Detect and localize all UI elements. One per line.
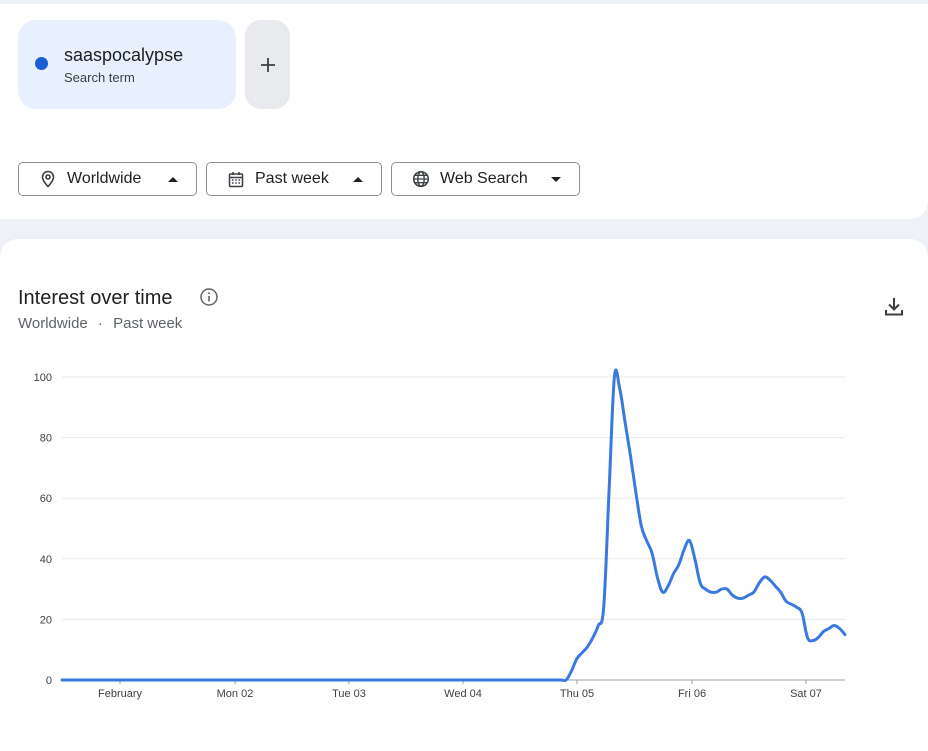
globe-icon — [412, 170, 430, 188]
location-filter[interactable]: Worldwide — [18, 162, 197, 196]
y-tick-label: 80 — [40, 433, 52, 445]
y-tick-label: 100 — [34, 372, 52, 384]
search-term-chip[interactable]: saaspocalypse Search term — [18, 20, 236, 109]
search-panel: saaspocalypse Search term Worldwide Past… — [0, 4, 928, 219]
x-tick-label: Thu 05 — [560, 688, 594, 700]
y-tick-label: 0 — [46, 675, 52, 687]
search-term-name: saaspocalypse — [64, 45, 184, 65]
location-filter-label: Worldwide — [67, 170, 142, 187]
y-tick-label: 60 — [40, 493, 52, 505]
time-filter[interactable]: Past week — [206, 162, 382, 196]
plus-icon — [260, 57, 275, 72]
calendar-icon — [227, 170, 245, 188]
x-tick-label: Tue 03 — [332, 688, 366, 700]
search-type-filter[interactable]: Web Search — [391, 162, 580, 196]
series-line[interactable] — [60, 368, 847, 683]
x-tick-label: Mon 02 — [217, 688, 254, 700]
caret-up-icon — [353, 176, 363, 182]
caret-up-icon — [168, 176, 178, 182]
y-tick-label: 40 — [40, 554, 52, 566]
interest-over-time-panel: Interest over time Worldwide · Past week… — [0, 239, 928, 751]
line-chart: 0 20 40 60 80 100 February Mon 02 Tue 03 Wed 04 Th… — [34, 368, 847, 700]
add-comparison-button[interactable] — [245, 20, 290, 109]
x-tick-label: February — [98, 688, 143, 700]
series-color-dot — [35, 57, 48, 70]
x-tick-label: Wed 04 — [444, 688, 482, 700]
caret-down-icon — [551, 176, 561, 182]
search-type-filter-label: Web Search — [440, 170, 528, 187]
time-filter-label: Past week — [255, 170, 329, 187]
x-tick-label: Fri 06 — [678, 688, 706, 700]
x-tick-label: Sat 07 — [790, 688, 822, 700]
search-term-subtitle: Search term — [64, 70, 135, 85]
location-pin-icon — [39, 170, 57, 188]
y-tick-label: 20 — [40, 614, 52, 626]
